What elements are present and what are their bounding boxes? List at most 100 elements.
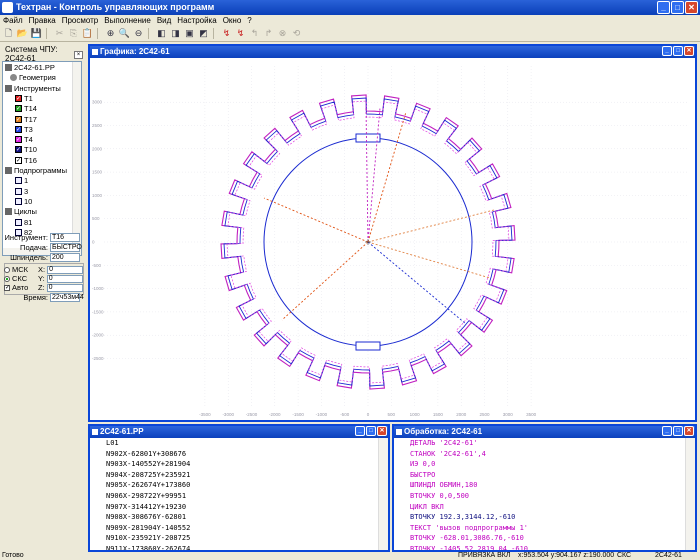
tree-item[interactable]: ✓ T1 [15, 94, 33, 103]
code-line[interactable]: N904X-208725Y+235921 [106, 470, 378, 481]
tree-item[interactable]: 81 [15, 218, 32, 227]
copy-icon[interactable]: ⎘ [67, 27, 80, 40]
menu-settings[interactable]: Настройка [174, 15, 219, 26]
view-iso-icon[interactable]: ◩ [197, 27, 210, 40]
reset-icon[interactable]: ⟲ [290, 27, 303, 40]
code-line[interactable]: N902X-62801Y+308676 [106, 449, 378, 460]
step-icon[interactable]: ↯ [234, 27, 247, 40]
process-line[interactable]: ИЭ 0,0 [410, 459, 685, 470]
graphics-maximize-button[interactable]: □ [673, 46, 683, 56]
menu-display[interactable]: Вид [154, 15, 174, 26]
process-line[interactable]: ШПИНДЛ ОБМИН,180 [410, 480, 685, 491]
tree-item[interactable]: Циклы [5, 207, 37, 216]
process-line[interactable]: ТЕКСТ 'вызов подпрограммы 1' [410, 523, 685, 534]
feed-value: БЫСТРО [50, 243, 82, 252]
menu-run[interactable]: Выполнение [101, 15, 154, 26]
tree-item[interactable]: 1 [15, 176, 28, 185]
radio-mck[interactable] [4, 266, 10, 273]
code-line[interactable]: N907X-314412Y+19230 [106, 502, 378, 513]
process-close-button[interactable]: ✕ [684, 426, 694, 436]
code-line[interactable]: L01 [106, 438, 378, 449]
tree-item[interactable]: ✓ T4 [15, 135, 33, 144]
stop-icon[interactable]: ⊗ [276, 27, 289, 40]
tick-label-x: 2000 [456, 412, 467, 417]
graphics-window[interactable]: Графика: 2С42-61 _ □ ✕ -3500 -3000 -2500 -2… [88, 44, 697, 422]
toolpath-canvas[interactable]: -3500 -3000 -2500 -2000 -1500 -1000 -500 0 500 10… [90, 58, 695, 420]
process-line[interactable]: СТАНОК '2С42-61',4 [410, 449, 685, 460]
tree-item[interactable]: ✓ T17 [15, 115, 37, 124]
tree-item[interactable]: ✓ T14 [15, 104, 37, 113]
zoom-out-icon[interactable]: ⊖ [132, 27, 145, 40]
tree-scrollbar[interactable] [72, 62, 81, 255]
graphics-minimize-button[interactable]: _ [662, 46, 672, 56]
process-scrollbar[interactable] [685, 438, 695, 550]
program-scrollbar[interactable] [378, 438, 388, 550]
rapid-move [367, 209, 495, 243]
code-line[interactable]: N903X-140552Y+281904 [106, 459, 378, 470]
zoom-in-icon[interactable]: ⊕ [104, 27, 117, 40]
view-top-icon[interactable]: ▣ [183, 27, 196, 40]
program-maximize-button[interactable]: □ [366, 426, 376, 436]
open-file-icon[interactable]: 📂 [16, 27, 29, 40]
code-line[interactable]: N905X-262674Y+173860 [106, 480, 378, 491]
code-line[interactable]: N909X-281904Y-140552 [106, 523, 378, 534]
panel-close-icon[interactable]: × [74, 51, 83, 59]
menu-edit[interactable]: Правка [26, 15, 59, 26]
process-line[interactable]: БЫСТРО [410, 470, 685, 481]
program-close-button[interactable]: ✕ [377, 426, 387, 436]
process-line[interactable]: ВТОЧКУ 0,0,500 [410, 491, 685, 502]
cut-icon[interactable]: ✂ [53, 27, 66, 40]
code-line[interactable]: N910X-235921Y-208725 [106, 533, 378, 544]
code-line[interactable]: N906X-298722Y+99951 [106, 491, 378, 502]
process-line[interactable]: ВТОЧКУ -628.01,3086.76,-610 [410, 533, 685, 544]
rapid-move [281, 241, 369, 321]
new-file-icon[interactable]: 🗋 [2, 27, 15, 40]
program-listing[interactable]: L01 N902X-62801Y+308676 N903X-140552Y+2819… [90, 438, 378, 550]
view-front-icon[interactable]: ◧ [155, 27, 168, 40]
tree-item[interactable]: Инструменты [5, 84, 61, 93]
tree-item[interactable]: Подпрограммы [5, 166, 67, 175]
tree-item[interactable]: ✓ T16 [15, 156, 37, 165]
process-line[interactable]: ДЕТАЛЬ '2С42-61' [410, 438, 685, 449]
tree-item[interactable]: 2С42-61.PP [5, 63, 55, 72]
graphics-close-button[interactable]: ✕ [684, 46, 694, 56]
minimize-button[interactable]: _ [657, 1, 670, 14]
step-back-icon[interactable]: ↰ [248, 27, 261, 40]
process-line[interactable]: ВТОЧКУ 192.3,3144.12,-610 [410, 512, 685, 523]
tree-item[interactable]: ✓ T10 [15, 145, 37, 154]
menu-window[interactable]: Окно [220, 15, 245, 26]
program-tree[interactable]: 2С42-61.PP Геометрия Инструменты ✓ T1 ✓ T14 ✓ T1… [2, 61, 82, 256]
menu-file[interactable]: Файл [0, 15, 26, 26]
program-minimize-button[interactable]: _ [355, 426, 365, 436]
process-minimize-button[interactable]: _ [662, 426, 672, 436]
mode-mck[interactable]: МСК [4, 265, 28, 274]
code-line[interactable]: N911X-173860Y-262674 [106, 544, 378, 550]
close-button[interactable]: ✕ [685, 1, 698, 14]
save-icon[interactable]: 💾 [30, 27, 43, 40]
radio-cks[interactable] [4, 275, 10, 282]
zoom-icon[interactable]: 🔍 [118, 27, 131, 40]
process-maximize-button[interactable]: □ [673, 426, 683, 436]
process-listing[interactable]: ДЕТАЛЬ '2С42-61' СТАНОК '2С42-61',4 ИЭ 0,0… [394, 438, 685, 550]
step-forward-icon[interactable]: ↱ [262, 27, 275, 40]
code-line[interactable]: N908X-308676Y-62801 [106, 512, 378, 523]
program-window[interactable]: 2С42-61.PP _ □ ✕ L01 N902X-62801Y+308676 N… [88, 424, 390, 552]
process-window[interactable]: Обработка: 2С42-61 _ □ ✕ ДЕТАЛЬ '2С42-61… [392, 424, 697, 552]
process-line[interactable]: ВТОЧКУ -1405.52,2819.04,-610 [410, 544, 685, 550]
tree-item[interactable]: ✓ T3 [15, 125, 33, 134]
view-side-icon[interactable]: ◨ [169, 27, 182, 40]
tree-item[interactable]: 3 [15, 187, 28, 196]
maximize-button[interactable]: □ [671, 1, 684, 14]
spindle-field: Шпиндель: 200 [2, 253, 84, 262]
process-line[interactable]: ЦИКЛ ВКЛ [410, 502, 685, 513]
tree-item[interactable]: 10 [15, 197, 32, 206]
checkbox-auto[interactable]: ✓ [4, 284, 10, 291]
menu-view[interactable]: Просмотр [59, 15, 102, 26]
mode-cks[interactable]: СКС [4, 274, 27, 283]
menu-help[interactable]: ? [244, 15, 254, 26]
tree-item[interactable]: Геометрия [10, 73, 56, 82]
paste-icon[interactable]: 📋 [81, 27, 94, 40]
run-icon[interactable]: ↯ [220, 27, 233, 40]
mode-auto[interactable]: ✓ Авто [4, 283, 28, 292]
app-icon [2, 2, 13, 13]
